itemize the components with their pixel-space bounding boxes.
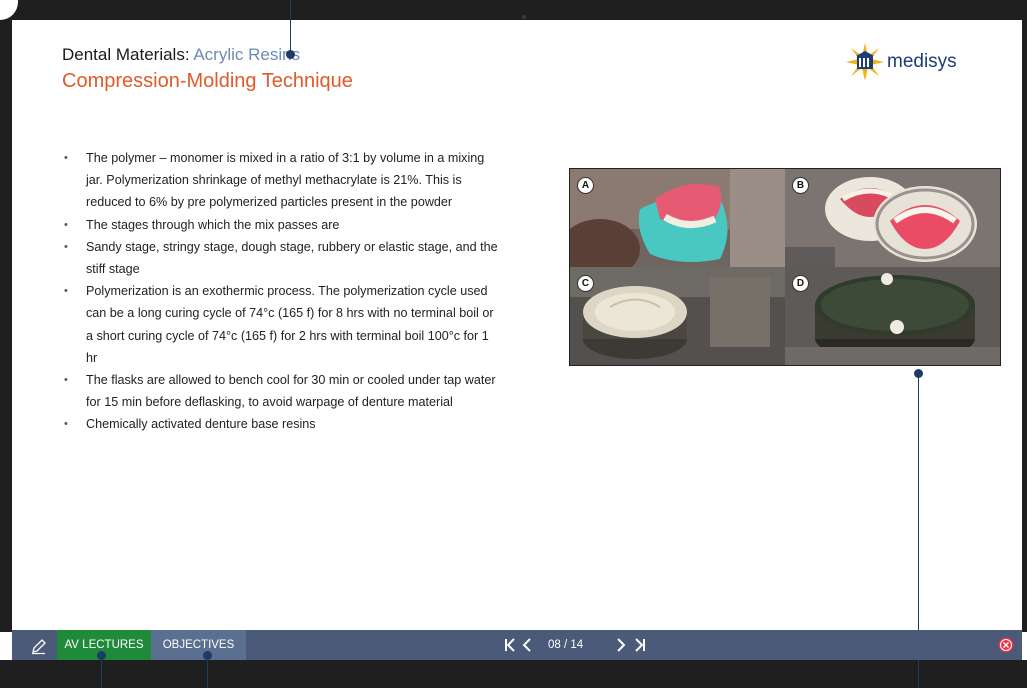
callout-dot-av [97,651,106,660]
photo-panel-b: B [785,169,1000,267]
photo-panel-d: D [785,267,1000,365]
callout-dot-title [286,50,295,59]
panel-label-badge: C [577,275,594,292]
title-topic: Acrylic Resins [193,45,301,64]
medisys-logo: medisys [845,40,985,84]
camera-dot [522,15,526,19]
bullet-item: Polymerization is an exothermic process.… [62,280,502,369]
denture-flask-photo-a [570,169,785,267]
device-bezel-bottom [0,660,1027,688]
callout-dot-objectives [203,651,212,660]
last-page-icon[interactable] [634,638,646,652]
next-page-icon[interactable] [616,638,626,652]
photo-panel-c: C [570,267,785,365]
close-icon[interactable] [998,637,1014,653]
device-bezel-right [1022,20,1027,632]
first-page-icon[interactable] [504,638,516,652]
objectives-button[interactable]: OBJECTIVES [151,630,246,660]
slide-title: Dental Materials: Acrylic Resins [62,45,300,65]
figure-photo-grid[interactable]: A B C D [569,168,1001,366]
bottom-toolbar: AV LECTURES OBJECTIVES 08 / 14 [12,630,1022,660]
sun-logo-icon [846,43,884,81]
page-counter: 08 / 14 [548,639,584,651]
denture-flask-photo-d [785,267,1000,365]
callout-dot-figure [914,369,923,378]
pencil-icon[interactable] [30,637,48,655]
denture-flask-photo-b [785,169,1000,267]
slide-subtitle: Compression-Molding Technique [62,70,353,92]
bullet-item: The polymer – monomer is mixed in a rati… [62,147,502,214]
panel-label-badge: B [792,177,809,194]
title-prefix: Dental Materials: [62,45,194,64]
logo-text: medisys [887,51,957,72]
device-bezel-top [0,0,1027,20]
bullet-item: Chemically activated denture base resins [62,413,502,435]
device-bezel-left [0,20,12,632]
previous-page-icon[interactable] [522,638,532,652]
denture-flask-photo-c [570,267,785,365]
panel-label-badge: A [577,177,594,194]
bullet-item: The stages through which the mix passes … [62,214,502,236]
photo-panel-a: A [570,169,785,267]
bullet-item: The flasks are allowed to bench cool for… [62,369,502,413]
bullet-list: The polymer – monomer is mixed in a rati… [62,147,502,436]
callout-line-title [290,0,291,52]
panel-label-badge: D [792,275,809,292]
bullet-item: Sandy stage, stringy stage, dough stage,… [62,236,502,280]
